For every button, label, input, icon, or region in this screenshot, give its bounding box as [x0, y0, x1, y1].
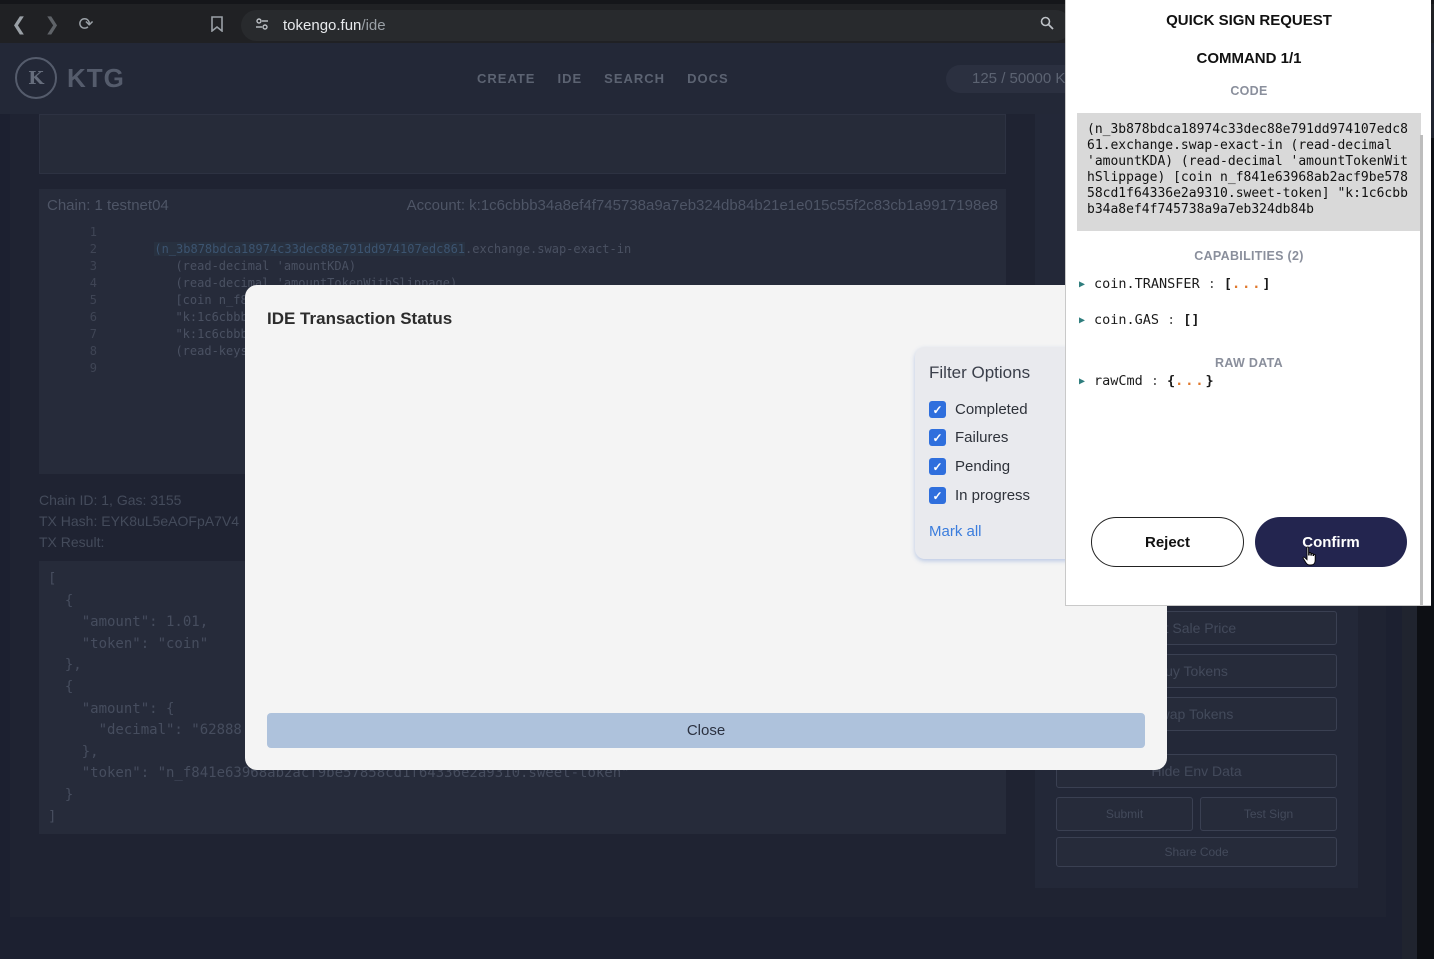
forward-icon[interactable]: ❯ [35, 7, 69, 41]
filter-title: Filter Options [929, 363, 1031, 382]
nav-search[interactable]: SEARCH [604, 71, 665, 86]
site-logo[interactable]: K KTG [15, 57, 125, 99]
close-button[interactable]: Close [267, 713, 1145, 748]
raw-data-label: RAW DATA [1215, 356, 1283, 370]
checkbox-checked-icon[interactable]: ✓ [929, 429, 946, 446]
code-line: 3 (read-decimal 'amountKDA) [89, 259, 357, 273]
env-data-block [39, 114, 1006, 174]
filter-options-panel: Filter Options ✓ Completed ✓ Failures ✓ … [915, 347, 1085, 559]
popup-title: QUICK SIGN REQUEST [1166, 12, 1332, 29]
checkbox-checked-icon[interactable]: ✓ [929, 487, 946, 504]
code-line: 1 [89, 225, 97, 239]
tx-hash: TX Hash: EYK8uL5eAOFpA7V4 [39, 513, 239, 529]
filter-label: Failures [955, 429, 1009, 446]
checkbox-checked-icon[interactable]: ✓ [929, 401, 946, 418]
code-line: 2 (n_3b878bdca18974c33dec88e791dd974107e… [89, 242, 632, 256]
test-sign-button[interactable]: Test Sign [1200, 797, 1337, 831]
site-settings-icon[interactable] [255, 17, 269, 34]
filter-label: Completed [955, 401, 1028, 418]
filter-completed[interactable]: ✓ Completed [929, 401, 1028, 418]
capability-gas[interactable]: ▶ coin.GAS : [] [1079, 312, 1199, 328]
command-counter: COMMAND 1/1 [1196, 50, 1302, 67]
popup-scrollbar[interactable] [1420, 135, 1423, 605]
bookmark-icon[interactable] [200, 7, 234, 41]
account-label: Account: k:1c6cbbb34a8ef4f745738a9a7eb32… [406, 197, 998, 214]
expand-arrow-icon[interactable]: ▶ [1079, 315, 1085, 326]
code-section-label: CODE [1230, 84, 1268, 98]
expand-arrow-icon[interactable]: ▶ [1079, 279, 1085, 290]
capabilities-label: CAPABILITIES (2) [1194, 249, 1304, 263]
reject-button[interactable]: Reject [1091, 517, 1244, 567]
top-nav: CREATE IDE SEARCH DOCS [477, 71, 729, 86]
logo-text: KTG [67, 62, 125, 93]
filter-label: In progress [955, 487, 1031, 504]
nav-docs[interactable]: DOCS [687, 71, 729, 86]
transaction-status-modal: IDE Transaction Status Filter Options ✓ … [245, 285, 1167, 770]
share-code-button[interactable]: Share Code [1056, 837, 1337, 867]
back-icon[interactable]: ❮ [2, 7, 36, 41]
filter-in-progress[interactable]: ✓ In progress [929, 487, 1030, 504]
address-bar[interactable]: tokengo.fun/ide [241, 10, 1071, 41]
tx-chain-gas: Chain ID: 1, Gas: 3155 [39, 492, 182, 508]
url-host: tokengo.fun [283, 17, 362, 34]
nav-create[interactable]: CREATE [477, 71, 535, 86]
capability-transfer[interactable]: ▶ coin.TRANSFER : [...] [1079, 276, 1271, 292]
quick-sign-popup: QUICK SIGN REQUEST COMMAND 1/1 CODE (n_3… [1065, 0, 1431, 606]
confirm-button[interactable]: Confirm [1255, 517, 1407, 567]
chain-label: Chain: 1 testnet04 [47, 197, 169, 214]
submit-button[interactable]: Submit [1056, 797, 1193, 831]
tx-result-label: TX Result: [39, 534, 105, 550]
reload-icon[interactable]: ⟳ [69, 7, 103, 41]
pointer-cursor-icon [1302, 546, 1316, 566]
logo-mark: K [15, 57, 57, 99]
expand-arrow-icon[interactable]: ▶ [1079, 376, 1085, 387]
url-path: /ide [361, 17, 386, 34]
zoom-icon[interactable] [1040, 16, 1054, 34]
raw-cmd-row[interactable]: ▶ rawCmd : {...} [1079, 373, 1214, 389]
tx-meta: Chain ID: 1, Gas: 3155 TX Hash: EYK8uL5e… [39, 490, 239, 553]
mark-all-link[interactable]: Mark all [929, 523, 982, 540]
nav-ide[interactable]: IDE [557, 71, 582, 86]
checkbox-checked-icon[interactable]: ✓ [929, 458, 946, 475]
filter-label: Pending [955, 458, 1011, 475]
code-preview[interactable]: (n_3b878bdca18974c33dec88e791dd974107edc… [1077, 113, 1421, 231]
filter-failures[interactable]: ✓ Failures [929, 429, 1008, 446]
modal-title: IDE Transaction Status [267, 309, 453, 328]
filter-pending[interactable]: ✓ Pending [929, 458, 1010, 475]
